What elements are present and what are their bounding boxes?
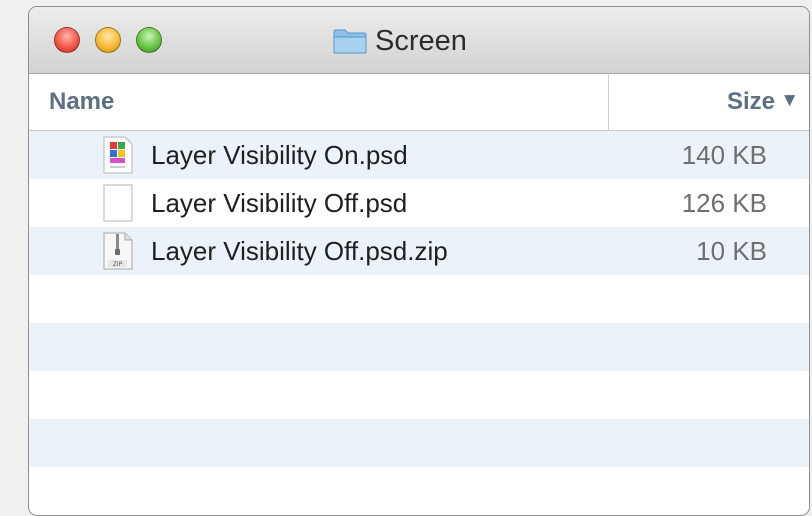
window-title-text: Screen (375, 24, 467, 57)
file-list: Layer Visibility On.psd 140 KB Layer Vis… (29, 131, 809, 515)
title-bar[interactable]: Screen (29, 7, 809, 74)
file-name: Layer Visibility Off.psd.zip (151, 236, 448, 266)
blank-document-icon (103, 184, 133, 222)
column-header-size[interactable]: Size ▼ (609, 74, 809, 130)
zoom-button[interactable] (136, 27, 162, 53)
column-header-size-label: Size (726, 88, 775, 115)
file-size: 140 KB (681, 140, 767, 170)
minimize-button[interactable] (95, 27, 121, 53)
empty-row (29, 275, 809, 323)
folder-icon (333, 29, 367, 54)
column-header-name-label: Name (49, 88, 115, 115)
file-size: 126 KB (681, 188, 767, 218)
psd-preview-icon (103, 136, 133, 174)
finder-window: Screen Name Size ▼ Layer Visibility On.p… (28, 6, 810, 516)
empty-row (29, 371, 809, 419)
file-name: Layer Visibility On.psd (151, 140, 408, 170)
close-button[interactable] (54, 27, 80, 53)
empty-row (29, 419, 809, 467)
file-row[interactable]: Layer Visibility On.psd 140 KB (29, 131, 809, 179)
window-title: Screen (333, 25, 467, 57)
file-size: 10 KB (696, 236, 767, 266)
empty-row (29, 323, 809, 371)
file-row[interactable]: ZIP Layer Visibility Off.psd.zip 10 KB (29, 227, 809, 275)
file-name: Layer Visibility Off.psd (151, 188, 408, 218)
empty-row (29, 467, 809, 515)
sort-descending-icon: ▼ (780, 90, 799, 111)
zip-archive-icon: ZIP (103, 232, 133, 270)
column-header-name[interactable]: Name (29, 74, 609, 130)
svg-text:ZIP: ZIP (113, 261, 123, 268)
column-header: Name Size ▼ (29, 74, 809, 131)
file-row[interactable]: Layer Visibility Off.psd 126 KB (29, 179, 809, 227)
